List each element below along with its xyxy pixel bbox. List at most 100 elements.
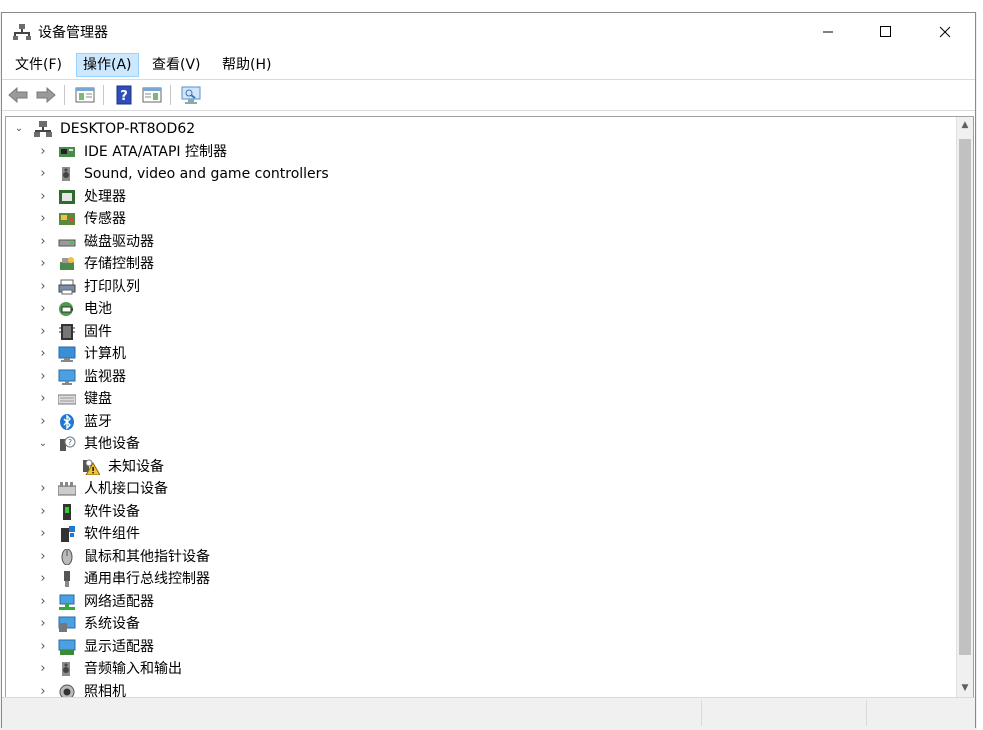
- expand-chevron-icon[interactable]: ›: [36, 591, 50, 613]
- expand-chevron-icon[interactable]: ›: [36, 163, 50, 185]
- tree-category-item[interactable]: › 计算机: [6, 343, 946, 365]
- title-bar[interactable]: 设备管理器: [2, 13, 975, 51]
- device-tree[interactable]: ⌄ DESKTOP-RT8OD62 › IDE ATA/ATAPI 控制器 › Sound…: [5, 116, 974, 698]
- tree-category-item[interactable]: › 处理器: [6, 186, 946, 208]
- tree-category-item[interactable]: › 固件: [6, 321, 946, 343]
- tree-child-item[interactable]: 未知设备: [6, 456, 946, 478]
- close-button[interactable]: [916, 13, 974, 51]
- expand-chevron-icon[interactable]: ›: [36, 141, 50, 163]
- menu-file[interactable]: 文件(F): [9, 54, 68, 76]
- tree-category-item[interactable]: › 照相机: [6, 681, 946, 698]
- tree-category-item[interactable]: › 键盘: [6, 388, 946, 410]
- system-device-icon: [58, 616, 76, 632]
- tree-category-item[interactable]: › 蓝牙: [6, 411, 946, 433]
- expand-chevron-icon[interactable]: ›: [36, 613, 50, 635]
- expand-chevron-icon[interactable]: ›: [36, 276, 50, 298]
- status-divider: [701, 700, 702, 726]
- expand-chevron-icon[interactable]: ›: [36, 388, 50, 410]
- tree-item-label: 存储控制器: [84, 256, 154, 272]
- device-manager-window: 设备管理器 文件(F) 操作(A) 查看(V) 帮助(H) ? ⌄ DESKTO…: [1, 12, 976, 728]
- tree-category-item[interactable]: › 存储控制器: [6, 253, 946, 275]
- status-bar: [2, 697, 975, 728]
- properties-button[interactable]: [141, 84, 163, 106]
- expand-chevron-icon[interactable]: ›: [36, 411, 50, 433]
- expand-chevron-icon[interactable]: ›: [36, 321, 50, 343]
- vertical-scrollbar[interactable]: ▲ ▼: [956, 117, 973, 697]
- tree-item-label: 人机接口设备: [84, 481, 168, 497]
- bluetooth-icon: [58, 413, 76, 430]
- scroll-down-arrow-icon[interactable]: ▼: [957, 680, 973, 697]
- expand-chevron-icon[interactable]: ›: [36, 231, 50, 253]
- sensor-icon: [58, 211, 76, 227]
- toolbar-separator: [170, 85, 171, 105]
- back-button[interactable]: [7, 84, 29, 106]
- tree-item-label: 网络适配器: [84, 593, 154, 610]
- tree-category-item[interactable]: › 网络适配器: [6, 591, 946, 613]
- collapse-chevron-icon[interactable]: ⌄: [12, 118, 26, 140]
- expand-chevron-icon[interactable]: ›: [36, 681, 50, 698]
- menu-action[interactable]: 操作(A): [76, 53, 139, 77]
- menu-help[interactable]: 帮助(H): [216, 54, 277, 76]
- tree-item-label: 系统设备: [84, 616, 140, 632]
- tree-category-item[interactable]: › 监视器: [6, 366, 946, 388]
- expand-chevron-icon[interactable]: ›: [36, 253, 50, 275]
- collapse-chevron-icon[interactable]: ⌄: [36, 433, 50, 455]
- maximize-button[interactable]: [857, 13, 915, 51]
- help-book-icon: ?: [116, 85, 132, 105]
- tree-item-label: 未知设备: [108, 458, 164, 475]
- software-component-icon: [58, 526, 76, 542]
- minimize-button[interactable]: [799, 13, 857, 51]
- tree-item-label: 鼠标和其他指针设备: [84, 548, 210, 565]
- tree-category-item[interactable]: › 打印队列: [6, 276, 946, 298]
- device-manager-icon: [13, 23, 31, 41]
- tree-item-label: 磁盘驱动器: [84, 233, 154, 250]
- tree-category-item[interactable]: › 传感器: [6, 208, 946, 230]
- tree-category-item[interactable]: › 磁盘驱动器: [6, 231, 946, 253]
- scroll-up-arrow-icon[interactable]: ▲: [957, 117, 973, 134]
- storage-controller-icon: [58, 256, 76, 272]
- scan-hardware-button[interactable]: [180, 84, 202, 106]
- expand-chevron-icon[interactable]: ›: [36, 298, 50, 320]
- scroll-thumb[interactable]: [959, 139, 971, 655]
- tree-category-item[interactable]: › 软件设备: [6, 501, 946, 523]
- camera-icon: [58, 684, 76, 697]
- expand-chevron-icon[interactable]: ›: [36, 186, 50, 208]
- background-window-edge: [977, 0, 983, 730]
- forward-button[interactable]: [35, 84, 57, 106]
- menu-bar: 文件(F) 操作(A) 查看(V) 帮助(H): [2, 51, 975, 80]
- expand-chevron-icon[interactable]: ›: [36, 523, 50, 545]
- tree-category-item[interactable]: › 人机接口设备: [6, 478, 946, 500]
- tree-category-item[interactable]: ⌄? 其他设备: [6, 433, 946, 455]
- computer-icon: [58, 346, 76, 362]
- tree-category-item[interactable]: › 显示适配器: [6, 636, 946, 658]
- tree-item-label: 计算机: [84, 346, 126, 362]
- console-tree-icon: [75, 87, 95, 103]
- scan-hardware-monitor-icon: [181, 86, 201, 104]
- tree-category-item[interactable]: › 音频输入和输出: [6, 658, 946, 680]
- menu-view[interactable]: 查看(V): [146, 54, 207, 76]
- tree-category-item[interactable]: › 电池: [6, 298, 946, 320]
- tree-category-item[interactable]: › 系统设备: [6, 613, 946, 635]
- mouse-icon: [58, 548, 76, 565]
- expand-chevron-icon[interactable]: ›: [36, 546, 50, 568]
- tree-root-item[interactable]: ⌄ DESKTOP-RT8OD62: [6, 118, 946, 140]
- hid-icon: [57, 481, 77, 497]
- toolbar-separator: [103, 85, 104, 105]
- tree-category-item[interactable]: › 鼠标和其他指针设备: [6, 546, 946, 568]
- svg-text:?: ?: [120, 89, 128, 104]
- expand-chevron-icon[interactable]: ›: [36, 636, 50, 658]
- tree-category-item[interactable]: › Sound, video and game controllers: [6, 163, 946, 185]
- expand-chevron-icon[interactable]: ›: [36, 658, 50, 680]
- tree-category-item[interactable]: › IDE ATA/ATAPI 控制器: [6, 141, 946, 163]
- expand-chevron-icon[interactable]: ›: [36, 366, 50, 388]
- tree-category-item[interactable]: › 通用串行总线控制器: [6, 568, 946, 590]
- tree-category-item[interactable]: › 软件组件: [6, 523, 946, 545]
- help-button[interactable]: ?: [113, 84, 135, 106]
- expand-chevron-icon[interactable]: ›: [36, 208, 50, 230]
- expand-chevron-icon[interactable]: ›: [36, 478, 50, 500]
- show-hide-console-tree-button[interactable]: [74, 84, 96, 106]
- expand-chevron-icon[interactable]: ›: [36, 343, 50, 365]
- expand-chevron-icon[interactable]: ›: [36, 501, 50, 523]
- expand-chevron-icon[interactable]: ›: [36, 568, 50, 590]
- tree-item-label: 固件: [84, 323, 112, 340]
